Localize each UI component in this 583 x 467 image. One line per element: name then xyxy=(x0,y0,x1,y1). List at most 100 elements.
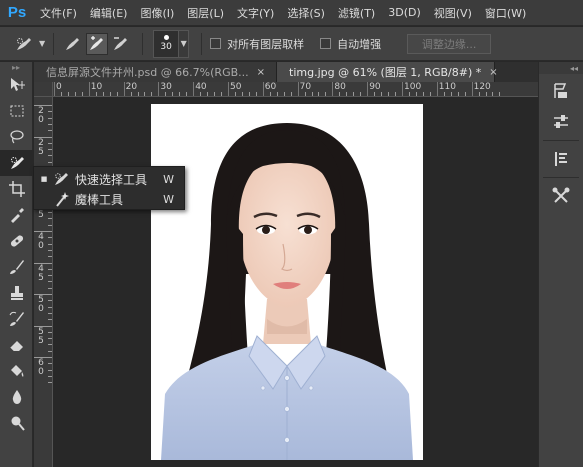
menu-image[interactable]: 图像(I) xyxy=(140,5,174,21)
menu-view[interactable]: 视图(V) xyxy=(434,5,472,21)
marquee-tool[interactable] xyxy=(0,98,33,124)
close-icon[interactable]: × xyxy=(257,67,265,78)
tool-preset-picker[interactable]: ▼ xyxy=(14,35,45,53)
ruler-label: 60 xyxy=(38,358,44,377)
adjustments-panel-button[interactable] xyxy=(545,108,577,136)
ruler-minor-tick xyxy=(443,92,445,96)
menu-3d[interactable]: 3D(D) xyxy=(388,6,421,19)
ruler-tick xyxy=(48,319,52,321)
history-brush-icon xyxy=(9,311,24,326)
ruler-tick xyxy=(48,338,52,340)
paragraph-panel-button[interactable] xyxy=(545,145,577,173)
brush-icon xyxy=(9,260,24,274)
lasso-tool[interactable] xyxy=(0,124,33,150)
ruler-minor-tick xyxy=(172,92,174,96)
align-icon xyxy=(555,152,567,166)
menu-edit[interactable]: 编辑(E) xyxy=(90,5,128,21)
ruler-label: 0 xyxy=(56,82,62,92)
panel-grip-icon[interactable]: ▸▸ xyxy=(0,62,32,72)
flyout-item-label: 快速选择工具 xyxy=(75,172,148,187)
ruler-minor-tick xyxy=(60,92,62,96)
dodge-tool[interactable] xyxy=(0,410,33,436)
ruler-minor-tick xyxy=(339,92,341,96)
right-panel-dock: ◂◂ xyxy=(538,62,583,467)
quick-selection-tool[interactable] xyxy=(0,150,33,176)
magic-wand-icon xyxy=(53,191,71,207)
menu-type[interactable]: 文字(Y) xyxy=(237,5,274,21)
ruler-major-tick xyxy=(228,82,229,96)
ruler-minor-tick xyxy=(186,92,188,96)
photoshop-logo: Ps xyxy=(7,4,27,21)
chevron-down-icon: ▼ xyxy=(39,39,46,48)
eyedropper-tool[interactable] xyxy=(0,202,33,228)
menu-file[interactable]: 文件(F) xyxy=(40,5,77,21)
ruler-tick xyxy=(34,357,52,358)
tool-presets-panel-button[interactable] xyxy=(545,182,577,210)
refine-edge-button[interactable]: 调整边缘... xyxy=(407,33,492,54)
brush-size-value: 30 xyxy=(160,42,172,52)
menu-filter[interactable]: 滤镜(T) xyxy=(338,5,375,21)
clone-stamp-tool[interactable] xyxy=(0,280,33,306)
menu-layer[interactable]: 图层(L) xyxy=(187,5,224,21)
new-selection-button[interactable] xyxy=(62,33,84,55)
tools-icon xyxy=(552,187,570,203)
ruler-label: 40 xyxy=(38,232,44,251)
ruler-minor-tick xyxy=(457,92,459,96)
ruler-minor-tick xyxy=(130,92,132,96)
ruler-major-tick xyxy=(367,82,369,96)
paint-bucket-icon xyxy=(10,365,23,377)
flyout-item-magic-wand[interactable]: 魔棒工具 W xyxy=(34,189,184,209)
document-photo[interactable] xyxy=(151,104,423,460)
drop-icon xyxy=(12,390,21,404)
ruler-minor-tick xyxy=(388,92,390,96)
subtract-from-selection-button[interactable] xyxy=(110,33,132,55)
panel-collapse-icon[interactable]: ◂◂ xyxy=(539,62,583,74)
ruler-tick xyxy=(48,350,52,352)
close-icon[interactable]: × xyxy=(489,67,497,78)
ruler-tick xyxy=(48,369,52,371)
ruler-major-tick xyxy=(471,82,473,96)
checkbox-box[interactable] xyxy=(320,38,332,49)
ruler-tick xyxy=(34,294,52,295)
tab-psd-document[interactable]: 信息屏源文件并州.psd @ 66.7%(RGB... × xyxy=(34,62,277,82)
horizontal-ruler[interactable]: 0 10 20 30 40 50 60 70 80 90 100 110 120 xyxy=(53,82,538,97)
band-aid-icon xyxy=(10,235,23,247)
ruler-minor-tick xyxy=(81,92,83,96)
ruler-tick xyxy=(48,306,52,308)
healing-brush-tool[interactable] xyxy=(0,228,33,254)
ruler-minor-tick xyxy=(353,92,355,96)
canvas-area[interactable] xyxy=(53,97,538,467)
flyout-item-quick-selection[interactable]: ■ 快速选择工具 W xyxy=(34,169,184,189)
sample-all-layers-checkbox[interactable]: 对所有图层取样 xyxy=(210,36,304,52)
ruler-minor-tick xyxy=(165,92,167,96)
crop-tool[interactable] xyxy=(0,176,33,202)
eraser-tool[interactable] xyxy=(0,332,33,358)
history-panel-button[interactable] xyxy=(545,77,577,105)
add-to-selection-button[interactable] xyxy=(86,32,109,55)
auto-enhance-checkbox[interactable]: 自动增强 xyxy=(320,36,381,52)
brush-picker-chevron-icon[interactable]: ▼ xyxy=(179,29,190,58)
ruler-origin[interactable] xyxy=(34,82,53,97)
brush-size-picker[interactable]: 30 xyxy=(153,29,180,58)
history-brush-tool[interactable] xyxy=(0,306,33,332)
ruler-tick xyxy=(48,268,52,270)
paint-bucket-tool[interactable] xyxy=(0,358,33,384)
vertical-ruler[interactable]: 202530354045505560 xyxy=(34,97,53,467)
tab-timg-document[interactable]: timg.jpg @ 61% (图层 1, RGB/8#) * × xyxy=(277,62,498,82)
checkbox-box[interactable] xyxy=(210,38,222,49)
ruler-minor-tick xyxy=(395,92,397,96)
portrait-image xyxy=(151,104,423,460)
ruler-label: 40 xyxy=(195,82,207,92)
brush-tool[interactable] xyxy=(0,254,33,280)
ruler-minor-tick xyxy=(304,92,306,96)
separator xyxy=(53,32,55,55)
menu-select[interactable]: 选择(S) xyxy=(287,5,325,21)
menu-window[interactable]: 窗口(W) xyxy=(485,5,526,21)
ruler-label: 20 xyxy=(125,82,138,92)
tab-label: timg.jpg @ 61% (图层 1, RGB/8#) * xyxy=(289,66,482,79)
ruler-minor-tick xyxy=(200,92,202,96)
ruler-label: 50 xyxy=(38,295,44,314)
ruler-tick xyxy=(48,300,52,302)
blur-tool[interactable] xyxy=(0,384,33,410)
move-tool[interactable] xyxy=(0,72,33,98)
